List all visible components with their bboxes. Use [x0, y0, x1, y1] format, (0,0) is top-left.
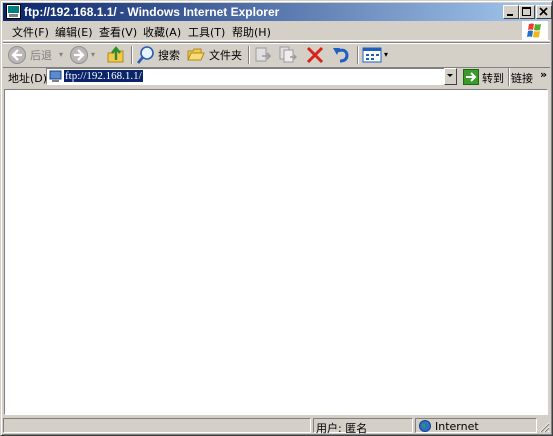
delete-icon	[306, 46, 324, 64]
forward-button[interactable]: ▾	[69, 45, 99, 65]
windows-logo	[522, 21, 548, 40]
search-magnifier-icon	[137, 46, 154, 64]
status-zone-pane: Internet	[415, 418, 537, 433]
address-dropdown-button[interactable]	[444, 68, 457, 85]
undo-button[interactable]	[331, 45, 353, 65]
title-bar[interactable]: ftp://192.168.1.1/ - Windows Internet Ex…	[3, 3, 552, 21]
views-button[interactable]: ▾	[362, 45, 392, 65]
move-to-button[interactable]	[253, 45, 275, 65]
folders-button[interactable]: 文件夹	[186, 45, 242, 65]
toolbar-separator	[508, 68, 510, 86]
move-to-icon	[255, 47, 272, 62]
go-arrow-icon	[463, 69, 479, 85]
address-label: 地址(D)	[8, 72, 48, 85]
minimize-button[interactable]	[503, 5, 519, 19]
forward-dropdown-icon[interactable]: ▾	[91, 50, 95, 59]
maximize-icon	[522, 7, 531, 16]
ftp-folder-icon	[49, 70, 62, 82]
windows-flag-icon	[527, 23, 541, 38]
back-button[interactable]: 后退 ▾	[7, 45, 69, 65]
up-button[interactable]	[106, 45, 128, 65]
menu-view[interactable]: 查看(V)	[99, 24, 137, 40]
close-button[interactable]	[536, 5, 552, 19]
menu-file[interactable]: 文件(F)	[12, 24, 49, 40]
copy-to-button[interactable]	[278, 45, 300, 65]
folders-label: 文件夹	[209, 49, 242, 62]
toolbar-separator	[131, 46, 133, 64]
ie-window: ftp://192.168.1.1/ - Windows Internet Ex…	[0, 0, 553, 436]
status-zone: Internet	[435, 420, 479, 433]
views-dropdown-icon[interactable]: ▾	[384, 50, 388, 59]
menu-edit[interactable]: 编辑(E)	[55, 24, 93, 40]
forward-arrow-icon	[70, 46, 88, 64]
links-button[interactable]: 链接	[511, 70, 533, 86]
back-arrow-icon	[8, 46, 26, 64]
content-pane[interactable]	[4, 89, 548, 415]
links-chevron-icon[interactable]: »	[540, 68, 547, 81]
status-bar: 用户: 匿名 Internet	[3, 417, 550, 435]
undo-icon	[333, 48, 349, 63]
back-dropdown-icon[interactable]: ▾	[59, 50, 63, 59]
close-icon	[539, 7, 548, 16]
search-label: 搜索	[158, 49, 180, 62]
up-folder-icon	[107, 46, 124, 63]
folders-icon	[187, 48, 205, 61]
status-main-pane	[3, 418, 311, 433]
maximize-button[interactable]	[519, 5, 535, 19]
toolbar-separator	[357, 46, 359, 64]
toolbar-separator	[248, 46, 250, 64]
delete-button[interactable]	[305, 45, 327, 65]
menu-bar: 文件(F) 编辑(E) 查看(V) 收藏(A) 工具(T) 帮助(H)	[3, 21, 550, 41]
views-icon	[362, 47, 382, 63]
window-title: ftp://192.168.1.1/ - Windows Internet Ex…	[24, 5, 280, 19]
go-label: 转到	[482, 72, 504, 85]
standard-toolbar: 后退 ▾ ▾ 搜索 文件夹 ▾	[3, 42, 550, 68]
search-button[interactable]: 搜索	[136, 45, 182, 65]
address-value[interactable]: ftp://192.168.1.1/	[64, 70, 143, 82]
resize-grip-icon[interactable]	[538, 421, 550, 433]
go-button[interactable]: 转到	[463, 68, 507, 86]
menu-help[interactable]: 帮助(H)	[232, 24, 271, 40]
internet-globe-icon	[419, 420, 431, 432]
minimize-icon	[507, 14, 513, 16]
chevron-down-icon	[447, 74, 453, 77]
status-user-pane: 用户: 匿名	[313, 418, 413, 435]
menu-favorites[interactable]: 收藏(A)	[143, 24, 181, 40]
menu-tools[interactable]: 工具(T)	[188, 24, 225, 40]
address-input[interactable]: ftp://192.168.1.1/	[46, 68, 457, 85]
ie-page-icon	[6, 4, 21, 19]
copy-to-icon	[279, 46, 297, 63]
status-user: 用户: 匿名	[316, 422, 368, 435]
address-bar: 地址(D) ftp://192.168.1.1/ 转到 链接 »	[3, 67, 550, 87]
back-label: 后退	[30, 49, 52, 62]
